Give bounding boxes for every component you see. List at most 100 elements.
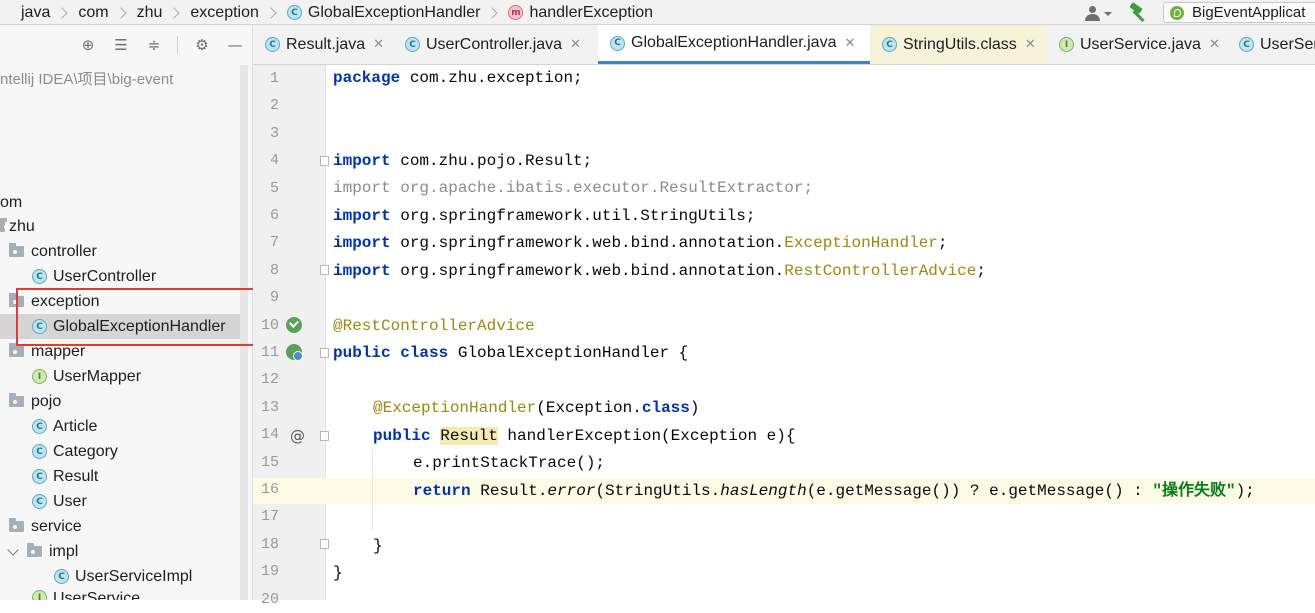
tab-globalexceptionhandler-java[interactable]: C GlobalExceptionHandler.java ✕ bbox=[598, 25, 870, 64]
breadcrumb-item-label: handlerException bbox=[529, 3, 654, 21]
breadcrumb-item-class[interactable]: C GlobalExceptionHandler bbox=[286, 3, 509, 22]
code-text: ); bbox=[1235, 482, 1255, 500]
breadcrumb-item-exception[interactable]: exception bbox=[190, 4, 287, 22]
fold-marker-icon[interactable] bbox=[320, 156, 329, 166]
close-icon[interactable]: ✕ bbox=[1209, 37, 1220, 52]
spring-bean-navigate-icon[interactable] bbox=[286, 344, 303, 361]
indent-guide bbox=[372, 450, 373, 530]
code-line-6: import org.springframework.util.StringUt… bbox=[333, 203, 755, 230]
close-icon[interactable]: ✕ bbox=[844, 36, 855, 51]
code-text: GlobalExceptionHandler { bbox=[448, 344, 689, 362]
code-text: com.zhu.exception; bbox=[400, 69, 583, 87]
tree-item-pojo[interactable]: pojo bbox=[9, 389, 61, 414]
line-number: 17 bbox=[260, 508, 279, 526]
chevron-right-icon bbox=[168, 6, 181, 19]
run-configuration-selector[interactable]: BigEventApplicat bbox=[1163, 2, 1315, 23]
close-icon[interactable]: ✕ bbox=[373, 37, 384, 52]
tab-label: UserService.java bbox=[1080, 35, 1201, 53]
tree-item-service[interactable]: service bbox=[9, 514, 82, 539]
tree-item-usercontroller[interactable]: C UserController bbox=[32, 264, 156, 289]
override-annotation-icon[interactable]: @ bbox=[290, 427, 305, 445]
tab-userservice-java[interactable]: I UserService.java ✕ bbox=[1047, 25, 1227, 64]
tree-item-result[interactable]: C Result bbox=[32, 464, 98, 489]
tree-item-label: pojo bbox=[31, 392, 62, 410]
code-line-4: import com.zhu.pojo.Result; bbox=[333, 148, 592, 175]
code-text: com.zhu.pojo.Result; bbox=[390, 152, 593, 170]
spring-boot-icon bbox=[1170, 5, 1184, 20]
code-keyword: class bbox=[400, 344, 449, 362]
breadcrumb-item-label: exception bbox=[190, 3, 259, 21]
line-number: 1 bbox=[269, 70, 279, 87]
package-folder-icon bbox=[0, 218, 8, 232]
code-keyword: class bbox=[641, 399, 690, 417]
gear-icon[interactable]: ⚙ bbox=[193, 36, 211, 54]
close-icon[interactable]: ✕ bbox=[1025, 37, 1036, 52]
breadcrumb-item-zhu[interactable]: zhu bbox=[137, 4, 191, 22]
tab-userser[interactable]: C UserSer bbox=[1227, 25, 1315, 64]
code-keyword: import bbox=[333, 262, 391, 280]
line-number: 15 bbox=[260, 453, 279, 471]
fold-marker-icon[interactable] bbox=[320, 431, 329, 441]
project-path: ntellij IDEA\项目\big-event bbox=[0, 71, 174, 88]
code-text: } bbox=[333, 564, 343, 582]
code-line-13: @ExceptionHandler(Exception.class) bbox=[373, 395, 699, 422]
expand-all-icon[interactable]: ☰ bbox=[112, 36, 130, 54]
tree-item-usermapper[interactable]: I UserMapper bbox=[32, 364, 141, 389]
line-number: 9 bbox=[269, 289, 279, 307]
locate-icon[interactable]: ⊕ bbox=[79, 36, 97, 54]
tree-item-impl[interactable]: impl bbox=[7, 539, 78, 564]
fold-marker-icon[interactable] bbox=[320, 539, 329, 549]
breadcrumb-item-label: com bbox=[78, 3, 109, 21]
breadcrumb-item-method[interactable]: m handlerException bbox=[508, 4, 653, 22]
tree-item-category[interactable]: C Category bbox=[32, 439, 118, 464]
collapse-all-icon[interactable]: ≑ bbox=[145, 36, 163, 54]
close-icon[interactable]: ✕ bbox=[570, 37, 581, 52]
spring-bean-icon[interactable] bbox=[286, 317, 302, 333]
class-icon: C bbox=[32, 444, 47, 459]
tab-result-java[interactable]: C Result.java ✕ bbox=[253, 25, 393, 64]
tree-item-zhu[interactable]: zhu bbox=[0, 214, 35, 239]
breadcrumb-item-java[interactable]: java bbox=[2, 4, 78, 22]
code-keyword: import bbox=[333, 207, 391, 225]
line-number: 10 bbox=[260, 316, 279, 334]
chevron-right-icon bbox=[265, 6, 277, 19]
chevron-down-icon[interactable] bbox=[7, 543, 19, 556]
minimize-icon[interactable]: — bbox=[226, 36, 244, 54]
line-number: 8 bbox=[269, 261, 279, 279]
hammer-build-icon[interactable] bbox=[1127, 1, 1149, 23]
tab-label: StringUtils.class bbox=[903, 35, 1017, 53]
tab-usercontroller-java[interactable]: C UserController.java ✕ bbox=[393, 25, 598, 64]
breadcrumb-item-com[interactable]: com bbox=[78, 4, 136, 22]
fold-marker-icon[interactable] bbox=[320, 348, 329, 358]
project-toolbar: ⊕ ☰ ≑ ⚙ — bbox=[0, 25, 252, 65]
fold-marker-icon[interactable] bbox=[320, 265, 329, 275]
interface-icon: I bbox=[32, 590, 47, 600]
package-folder-icon bbox=[9, 243, 24, 257]
class-icon: C bbox=[32, 469, 47, 484]
chevron-down-icon bbox=[1104, 11, 1112, 16]
tree-item-user[interactable]: C User bbox=[32, 489, 87, 514]
breadcrumb-item-label: GlobalExceptionHandler bbox=[307, 3, 481, 21]
interface-icon: I bbox=[1059, 37, 1074, 52]
tree-item-label: om bbox=[0, 193, 23, 211]
line-number: 14 bbox=[260, 426, 279, 444]
navigation-bar: java com zhu exception C GlobalException… bbox=[0, 0, 1315, 25]
package-folder-icon bbox=[9, 393, 24, 407]
tab-stringutils-class[interactable]: C StringUtils.class ✕ bbox=[870, 25, 1047, 64]
chevron-right-icon bbox=[56, 6, 69, 19]
code-highlighted-type: Result bbox=[440, 427, 498, 445]
tree-item-label: service bbox=[31, 517, 82, 535]
package-folder-icon bbox=[27, 543, 42, 557]
tree-item-com[interactable]: om bbox=[0, 190, 22, 215]
class-icon: C bbox=[286, 5, 302, 20]
tree-item-controller[interactable]: controller bbox=[9, 239, 97, 264]
tree-item-label: Category bbox=[53, 442, 118, 460]
user-account-icon[interactable] bbox=[1083, 3, 1113, 23]
tree-item-userservice[interactable]: I UserService bbox=[32, 588, 140, 600]
tree-item-article[interactable]: C Article bbox=[32, 414, 97, 439]
editor-tab-bar: C Result.java ✕ C UserController.java ✕ … bbox=[253, 25, 1315, 65]
code-text: } bbox=[373, 537, 383, 555]
class-icon: C bbox=[882, 37, 897, 52]
tree-item-userserviceimpl[interactable]: C UserServiceImpl bbox=[54, 564, 192, 589]
run-configuration-label: BigEventApplicat bbox=[1192, 4, 1306, 21]
